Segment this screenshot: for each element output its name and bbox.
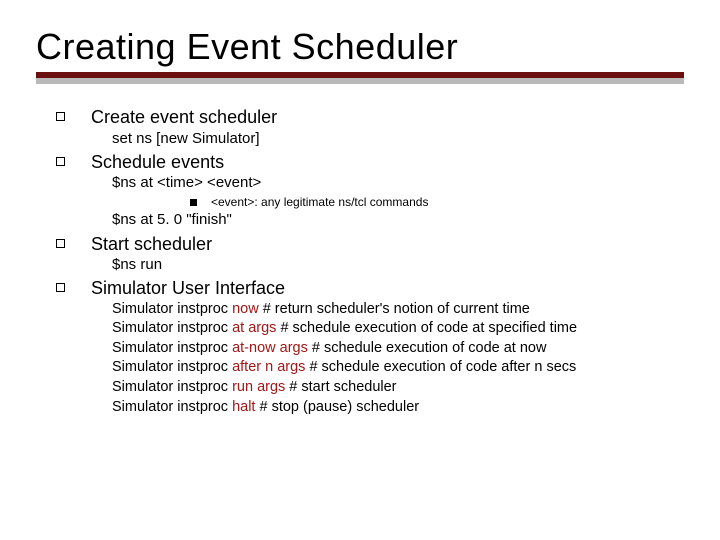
bullet-ui: Simulator User Interface — [56, 277, 684, 300]
api-prefix: Simulator instproc — [112, 379, 232, 395]
api-prefix: Simulator instproc — [112, 340, 232, 356]
api-line-0: Simulator instproc now # return schedule… — [112, 300, 684, 320]
slide-title: Creating Event Scheduler — [36, 26, 684, 68]
square-bullet-icon — [56, 157, 65, 166]
text-event-desc: <event>: any legitimate ns/tcl commands — [211, 194, 428, 211]
api-suffix: # return scheduler's notion of current t… — [259, 301, 530, 317]
api-prefix: Simulator instproc — [112, 301, 232, 317]
api-cmd: halt — [232, 399, 255, 415]
square-bullet-icon — [56, 239, 65, 248]
sub-start-0: $ns run — [56, 255, 684, 275]
api-suffix: # stop (pause) scheduler — [255, 399, 419, 415]
bullet-create: Create event scheduler — [56, 106, 684, 129]
text-set-ns: set ns [new Simulator] — [112, 129, 684, 149]
slide: Creating Event Scheduler Create event sc… — [0, 0, 720, 540]
api-line-4: Simulator instproc run args # start sche… — [112, 378, 684, 398]
square-bullet-icon — [56, 112, 65, 121]
api-prefix: Simulator instproc — [112, 320, 232, 336]
heading-schedule: Schedule events — [91, 151, 224, 174]
api-suffix: # start scheduler — [285, 379, 396, 395]
heading-ui: Simulator User Interface — [91, 277, 285, 300]
sub-schedule-0: $ns at <time> <event> — [56, 173, 684, 193]
heading-create: Create event scheduler — [91, 106, 277, 129]
text-ns-at-time: $ns at <time> <event> — [112, 173, 684, 193]
sub-create-0: set ns [new Simulator] — [56, 129, 684, 149]
api-line-2: Simulator instproc at-now args # schedul… — [112, 339, 684, 359]
heading-start: Start scheduler — [91, 233, 212, 256]
api-line-3: Simulator instproc after n args # schedu… — [112, 358, 684, 378]
api-line-1: Simulator instproc at args # schedule ex… — [112, 319, 684, 339]
api-cmd: now — [232, 301, 259, 317]
square-bullet-icon — [56, 283, 65, 292]
content: Create event scheduler set ns [new Simul… — [36, 106, 684, 417]
api-suffix: # schedule execution of code at now — [308, 340, 547, 356]
api-prefix: Simulator instproc — [112, 359, 232, 375]
api-suffix: # schedule execution of code after n sec… — [305, 359, 576, 375]
text-ns-at-finish: $ns at 5. 0 "finish" — [112, 210, 684, 230]
sub-schedule-1: <event>: any legitimate ns/tcl commands — [56, 194, 684, 211]
sub-schedule-2: $ns at 5. 0 "finish" — [56, 210, 684, 230]
api-cmd: run args — [232, 379, 285, 395]
text-ns-run: $ns run — [112, 255, 684, 275]
underline-gray — [36, 78, 684, 84]
title-underline — [36, 72, 684, 84]
api-cmd: at-now args — [232, 340, 308, 356]
api-line-5: Simulator instproc halt # stop (pause) s… — [112, 398, 684, 418]
api-prefix: Simulator instproc — [112, 399, 232, 415]
bullet-schedule: Schedule events — [56, 151, 684, 174]
bullet-start: Start scheduler — [56, 233, 684, 256]
api-block: Simulator instproc now # return schedule… — [56, 300, 684, 417]
api-suffix: # schedule execution of code at specifie… — [276, 320, 577, 336]
api-cmd: after n args — [232, 359, 305, 375]
filled-square-bullet-icon — [190, 199, 197, 206]
api-cmd: at args — [232, 320, 276, 336]
